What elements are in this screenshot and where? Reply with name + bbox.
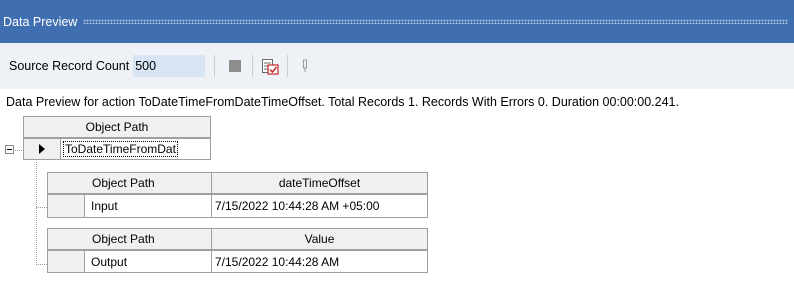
titlebar-grip[interactable] <box>83 19 788 24</box>
outer-grid-header-object-path[interactable]: Object Path <box>23 116 211 138</box>
input-grid-row-selector[interactable] <box>47 194 85 218</box>
output-grid-cell-value[interactable]: 7/15/2022 10:44:28 AM <box>211 250 428 273</box>
tree-connector <box>36 162 37 265</box>
outer-grid-row-selector[interactable] <box>23 138 61 160</box>
panel-title: Data Preview <box>3 14 78 29</box>
stop-button[interactable] <box>224 55 246 77</box>
status-text: Data Preview for action ToDateTimeFromDa… <box>6 95 679 109</box>
toolbar: Source Record Count <box>0 43 794 89</box>
pin-icon <box>303 59 308 72</box>
input-grid-header-object-path[interactable]: Object Path <box>47 172 212 194</box>
output-grid-cell-object-path[interactable]: Output <box>84 250 212 273</box>
output-grid-header-object-path[interactable]: Object Path <box>47 228 212 250</box>
source-record-count-input[interactable] <box>133 55 206 77</box>
outer-grid-cell-object-path[interactable]: ToDateTimeFromDat <box>60 138 211 160</box>
panel-titlebar: Data Preview <box>0 0 794 43</box>
stop-icon <box>229 60 242 72</box>
toolbar-separator <box>287 55 289 77</box>
tree-connector <box>36 207 47 208</box>
tree-connector <box>36 264 47 265</box>
output-grid-header-value[interactable]: Value <box>211 228 428 250</box>
current-row-arrow-icon <box>39 144 45 154</box>
input-grid-cell-object-path[interactable]: Input <box>84 194 212 218</box>
outer-grid-cell-value: ToDateTimeFromDat <box>63 141 178 157</box>
collapse-toggle[interactable] <box>5 145 14 154</box>
preview-grid-button[interactable] <box>259 55 281 77</box>
pin-button[interactable] <box>294 55 316 77</box>
toolbar-separator <box>252 55 254 77</box>
toolbar-separator <box>214 55 216 77</box>
preview-grid-icon <box>262 59 279 75</box>
input-grid-cell-datetimeoffset[interactable]: 7/15/2022 10:44:28 AM +05:00 <box>211 194 428 218</box>
input-grid-header-datetimeoffset[interactable]: dateTimeOffset <box>211 172 428 194</box>
source-record-count-label: Source Record Count <box>9 59 130 73</box>
output-grid-row-selector[interactable] <box>47 250 85 273</box>
